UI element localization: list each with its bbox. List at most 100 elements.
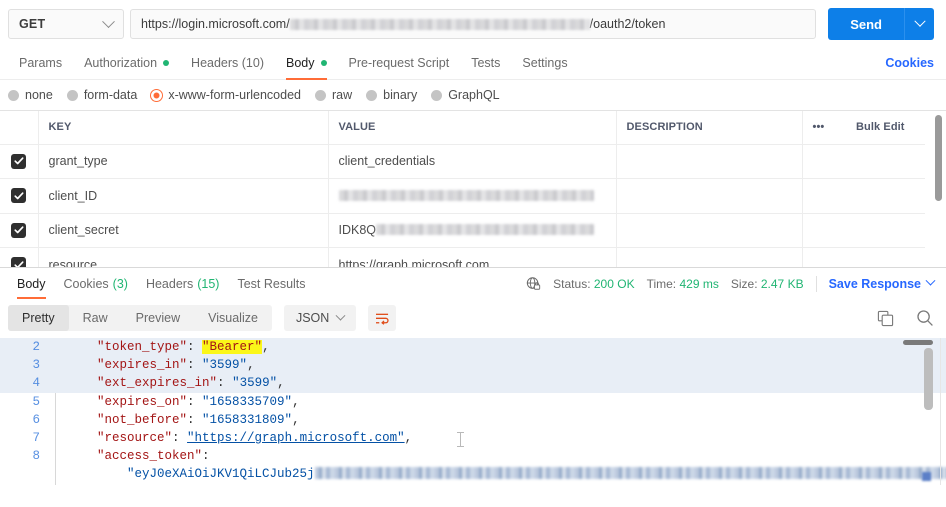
- row-value-partially-redacted[interactable]: IDK8Q: [328, 213, 617, 248]
- row-key[interactable]: grant_type: [38, 144, 329, 179]
- viewer-mode-raw[interactable]: Raw: [69, 305, 122, 331]
- viewer-mode-visualize[interactable]: Visualize: [194, 305, 272, 331]
- send-options-button[interactable]: [904, 8, 934, 40]
- table-row: resource https://graph.microsoft.com: [0, 247, 925, 267]
- response-tab-body[interactable]: Body: [8, 268, 55, 299]
- row-value[interactable]: client_credentials: [328, 144, 617, 179]
- line-number: 3: [32, 358, 40, 373]
- response-tab-cookies[interactable]: Cookies (3): [55, 268, 137, 299]
- viewer-mode-pretty[interactable]: Pretty: [8, 305, 69, 331]
- body-type-raw[interactable]: raw: [315, 88, 352, 102]
- row-value[interactable]: https://graph.microsoft.com: [328, 247, 617, 267]
- radio-label: x-www-form-urlencoded: [168, 88, 301, 102]
- text-cursor-icon: [457, 432, 464, 447]
- response-format-selector[interactable]: JSON: [283, 305, 357, 331]
- tab-label: Body: [286, 55, 315, 70]
- radio-label: raw: [332, 88, 353, 102]
- code-line: 4 "ext_expires_in": "3599",: [0, 374, 946, 393]
- response-meta: Status: 200 OK Time: 429 ms Size: 2.47 K…: [526, 275, 936, 292]
- code-vertical-scrollbar-thumb[interactable]: [924, 348, 933, 410]
- more-options-icon[interactable]: •••: [802, 111, 846, 145]
- row-key[interactable]: client_secret: [38, 213, 329, 248]
- line-number: 8: [32, 449, 40, 464]
- row-spacer: [802, 178, 846, 214]
- word-wrap-button[interactable]: [368, 305, 397, 331]
- json-value-highlighted: "Bearer": [202, 340, 263, 354]
- code-horizontal-scrollbar-thumb[interactable]: [903, 340, 933, 345]
- body-type-form-data[interactable]: form-data: [66, 88, 137, 102]
- radio-icon: [66, 89, 78, 101]
- tab-body[interactable]: Body: [275, 46, 338, 80]
- code-line: 6 "not_before": "1658331809",: [0, 411, 946, 429]
- response-tab-headers[interactable]: Headers (15): [137, 268, 228, 299]
- status-dot-icon: [320, 59, 327, 66]
- tab-headers[interactable]: Headers (10): [180, 46, 275, 80]
- response-tab-test-results[interactable]: Test Results: [228, 268, 314, 299]
- tab-pre-request-script[interactable]: Pre-request Script: [338, 46, 461, 80]
- request-tabs: Params Authorization Headers (10) Body P…: [0, 46, 946, 80]
- json-value: "1658335709": [202, 394, 293, 409]
- json-comma: ,: [404, 430, 413, 445]
- viewer-mode-preview[interactable]: Preview: [122, 305, 194, 331]
- body-type-binary[interactable]: binary: [366, 88, 417, 102]
- row-checkbox-cell[interactable]: [0, 144, 39, 179]
- json-code[interactable]: 2 "token_type": "Bearer", 3 "expires_in":…: [0, 338, 946, 484]
- select-all-header[interactable]: [0, 111, 39, 145]
- secure-connection-icon[interactable]: [526, 276, 541, 291]
- row-spacer-2: [846, 144, 925, 179]
- line-number: 7: [32, 430, 40, 445]
- row-description[interactable]: [616, 247, 803, 267]
- row-description[interactable]: [616, 144, 803, 179]
- row-checkbox-cell[interactable]: [0, 247, 39, 267]
- send-button[interactable]: Send: [828, 8, 904, 40]
- body-type-graphql[interactable]: GraphQL: [431, 88, 500, 102]
- tab-authorization[interactable]: Authorization: [73, 46, 180, 80]
- decorative-speck: [922, 472, 931, 481]
- http-method-selector[interactable]: GET: [8, 9, 124, 39]
- bulk-edit-button[interactable]: Bulk Edit: [846, 111, 925, 145]
- save-response-button[interactable]: Save Response: [828, 275, 936, 291]
- viewer-actions: [877, 309, 934, 327]
- row-checkbox-cell[interactable]: [0, 178, 39, 214]
- body-type-selector: none form-data x-www-form-urlencoded raw…: [0, 80, 946, 110]
- row-key[interactable]: resource: [38, 247, 329, 267]
- url-input[interactable]: https://login.microsoft.com/ /oauth2/toke…: [130, 9, 817, 39]
- code-line: 7 "resource": "https://graph.microsoft.c…: [0, 429, 946, 447]
- response-body-code-viewer[interactable]: 2 "token_type": "Bearer", 3 "expires_in":…: [0, 337, 946, 485]
- tab-label: Settings: [522, 55, 568, 70]
- json-key: "not_before": [97, 412, 188, 427]
- copy-icon[interactable]: [877, 310, 894, 327]
- checkbox-checked-icon[interactable]: [11, 257, 27, 267]
- chevron-down-icon: [102, 14, 115, 28]
- row-checkbox-cell[interactable]: [0, 213, 39, 248]
- row-description[interactable]: [616, 213, 803, 248]
- save-response-label: Save Response: [828, 276, 921, 291]
- body-type-x-www-form-urlencoded[interactable]: x-www-form-urlencoded: [151, 88, 301, 102]
- radio-label: GraphQL: [448, 88, 500, 102]
- params-table-container: KEY VALUE DESCRIPTION ••• Bulk Edit gran…: [0, 110, 946, 267]
- params-table-scrollbar[interactable]: [935, 115, 942, 239]
- line-number: 2: [32, 340, 40, 354]
- tab-params[interactable]: Params: [8, 46, 73, 80]
- tab-label: Tests: [471, 55, 501, 70]
- tab-settings[interactable]: Settings: [511, 46, 578, 80]
- row-value-redacted[interactable]: [328, 178, 617, 214]
- row-spacer: [802, 213, 846, 248]
- table-row: client_ID: [0, 178, 925, 214]
- row-description[interactable]: [616, 178, 803, 214]
- column-header-value: VALUE: [328, 111, 617, 145]
- column-header-description: DESCRIPTION: [616, 111, 803, 145]
- checkbox-checked-icon[interactable]: [11, 153, 27, 169]
- divider: [815, 275, 817, 292]
- checkbox-checked-icon[interactable]: [11, 188, 27, 203]
- search-icon[interactable]: [916, 309, 934, 327]
- json-value-link[interactable]: "https://graph.microsoft.com": [187, 431, 405, 445]
- scrollbar-thumb[interactable]: [935, 115, 942, 201]
- body-type-none[interactable]: none: [8, 88, 53, 102]
- tab-tests[interactable]: Tests: [460, 46, 511, 80]
- cookies-link[interactable]: Cookies: [885, 56, 934, 70]
- row-key[interactable]: client_ID: [38, 178, 329, 214]
- checkbox-checked-icon[interactable]: [11, 222, 27, 238]
- word-wrap-icon: [375, 313, 389, 325]
- line-number: 5: [32, 394, 40, 409]
